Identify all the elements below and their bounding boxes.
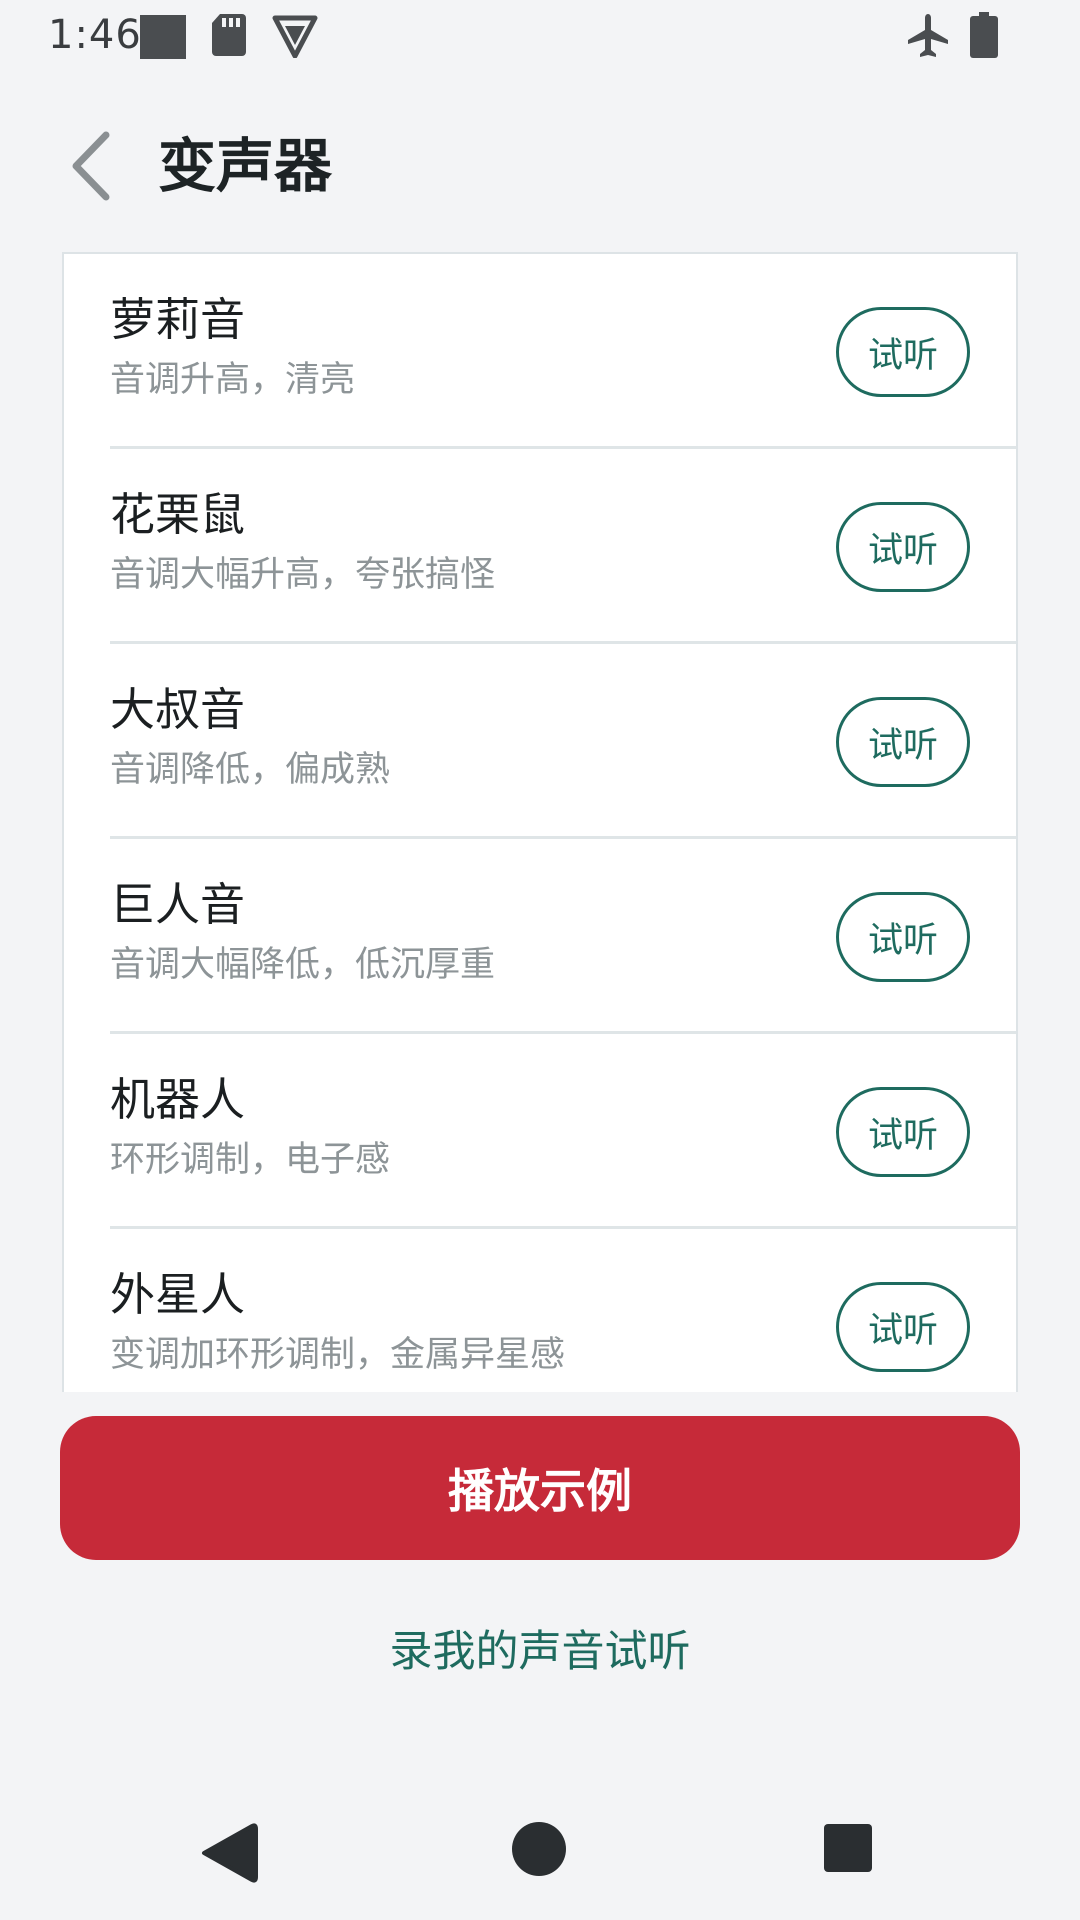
preview-button[interactable]: 试听: [836, 697, 970, 787]
preview-button[interactable]: 试听: [836, 307, 970, 397]
voice-name: 大叔音: [110, 683, 246, 736]
nav-back-icon[interactable]: [200, 1822, 260, 1884]
sd-card-icon: [212, 14, 246, 56]
voice-name: 花栗鼠: [110, 488, 246, 541]
voice-name: 机器人: [110, 1073, 246, 1126]
airplane-mode-icon: [908, 14, 948, 57]
voice-name: 外星人: [110, 1268, 246, 1321]
status-bar: 1:46: [0, 0, 1080, 72]
voice-list[interactable]: 萝莉音 音调升高，清亮 试听 花栗鼠 音调大幅升高，夸张搞怪 试听 大叔音 音调…: [62, 252, 1018, 1392]
nav-home-icon[interactable]: [512, 1822, 566, 1876]
voice-description: 音调降低，偏成熟: [110, 750, 391, 790]
voice-name: 萝莉音: [110, 293, 246, 346]
vpn-shield-icon: [272, 15, 318, 58]
list-item-voice-5[interactable]: 机器人 环形调制，电子感 试听: [64, 1034, 1016, 1229]
voice-description: 音调升高，清亮: [110, 360, 356, 400]
voice-description: 变调加环形调制，金属异星感: [110, 1335, 566, 1375]
app-bar: 变声器: [0, 96, 1080, 236]
voice-description: 环形调制，电子感: [110, 1140, 391, 1180]
status-time: 1:46: [48, 12, 142, 58]
list-item-voice-3[interactable]: 大叔音 音调降低，偏成熟 试听: [64, 644, 1016, 839]
record-my-voice-link[interactable]: 录我的声音试听: [0, 1624, 1080, 1680]
play-example-button[interactable]: 播放示例: [60, 1416, 1020, 1560]
nav-recents-icon[interactable]: [824, 1824, 872, 1872]
system-nav-bar: [0, 1800, 1080, 1920]
back-button[interactable]: [58, 124, 122, 208]
preview-button[interactable]: 试听: [836, 502, 970, 592]
chevron-left-icon: [72, 131, 110, 201]
preview-button[interactable]: 试听: [836, 1087, 970, 1177]
battery-icon: [970, 12, 998, 58]
preview-button[interactable]: 试听: [836, 892, 970, 982]
voice-description: 音调大幅降低，低沉厚重: [110, 945, 496, 985]
page-title: 变声器: [158, 132, 333, 200]
notification-square-icon: [140, 15, 186, 59]
list-item-voice-1[interactable]: 萝莉音 音调升高，清亮 试听: [64, 254, 1016, 449]
voice-description: 音调大幅升高，夸张搞怪: [110, 555, 496, 595]
list-item-voice-6[interactable]: 外星人 变调加环形调制，金属异星感 试听: [64, 1229, 1016, 1392]
preview-button[interactable]: 试听: [836, 1282, 970, 1372]
list-item-voice-2[interactable]: 花栗鼠 音调大幅升高，夸张搞怪 试听: [64, 449, 1016, 644]
voice-name: 巨人音: [110, 878, 246, 931]
list-item-voice-4[interactable]: 巨人音 音调大幅降低，低沉厚重 试听: [64, 839, 1016, 1034]
